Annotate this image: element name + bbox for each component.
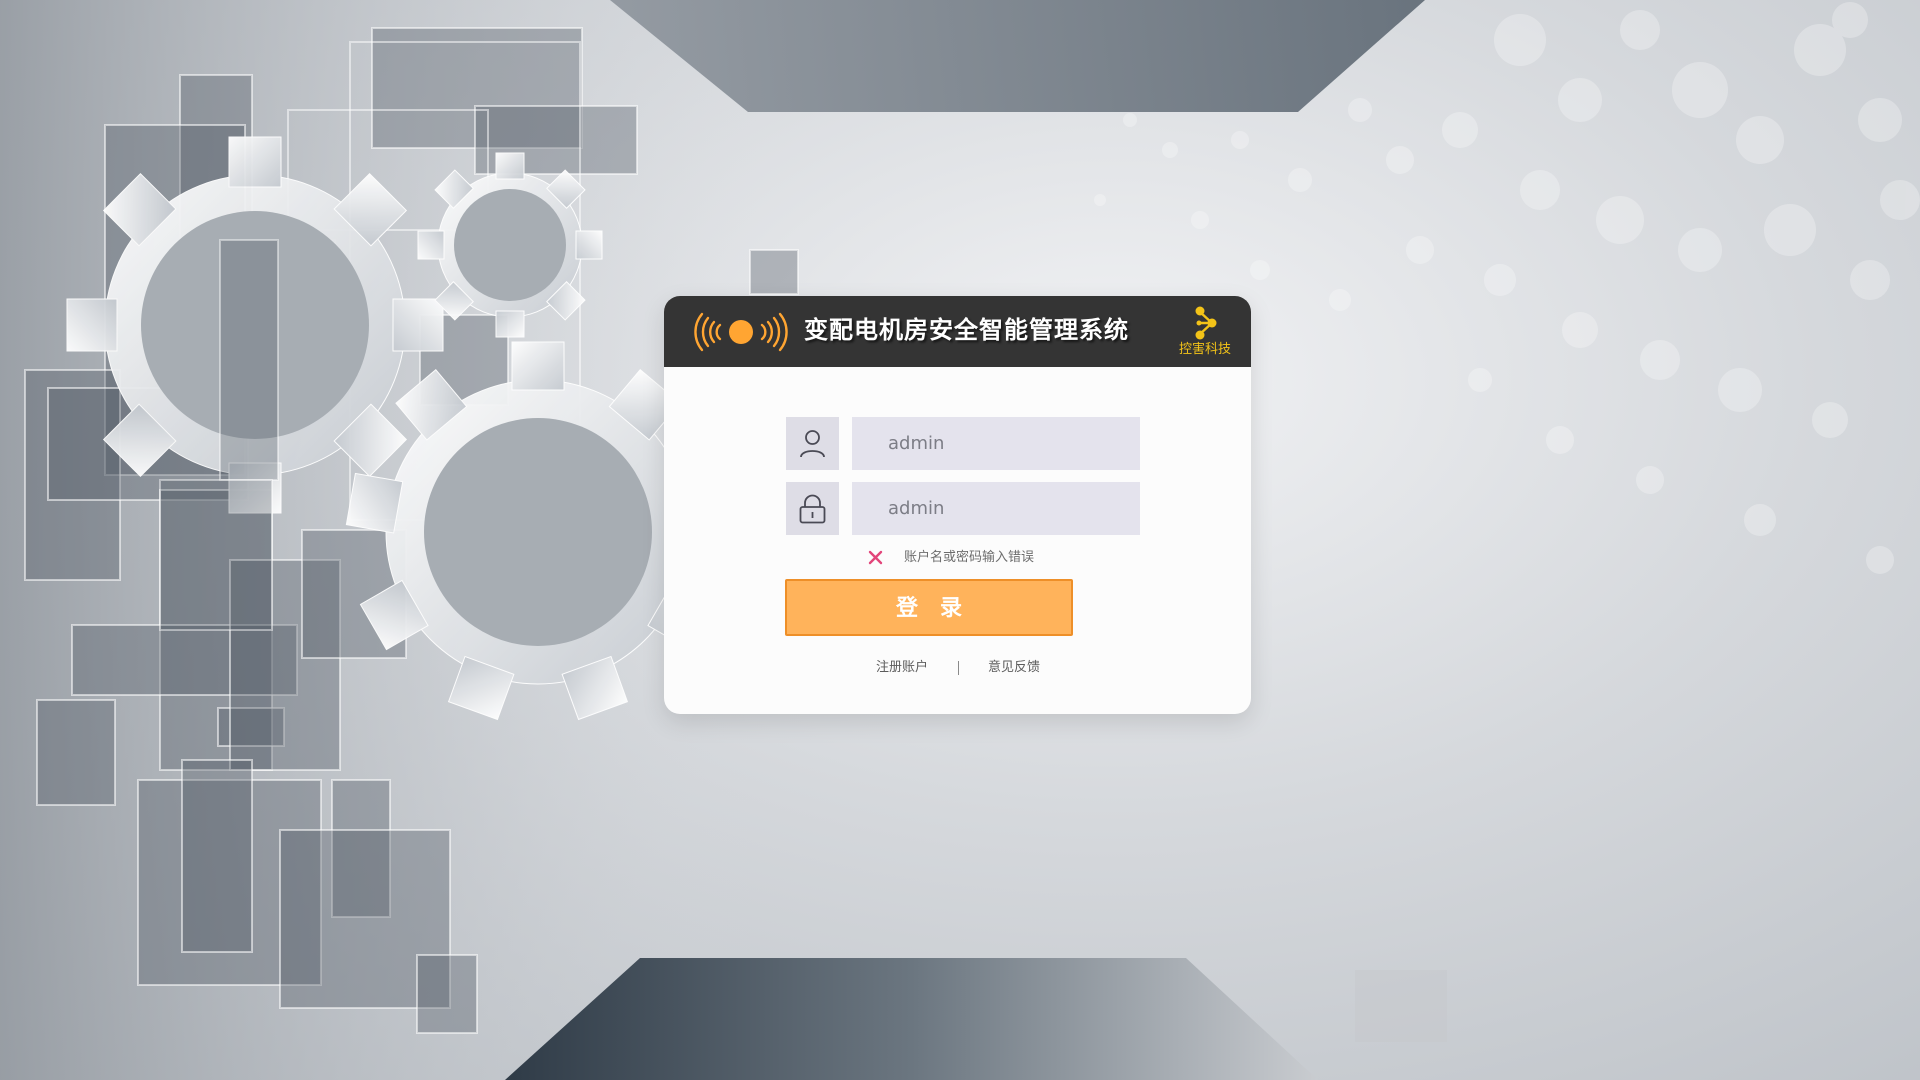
lock-icon-box: [786, 482, 839, 535]
app-title: 变配电机房安全智能管理系统: [804, 316, 1129, 344]
password-input[interactable]: [852, 482, 1140, 535]
lock-icon: [799, 494, 826, 524]
user-icon: [800, 430, 825, 458]
login-button[interactable]: 登 录: [785, 579, 1073, 636]
link-separator: [958, 661, 959, 675]
error-text: 账户名或密码输入错误: [904, 550, 1035, 565]
login-card: 变配电机房安全智能管理系统 控害科技 admin admin 账户名或密码输入错…: [664, 296, 1251, 714]
broadcast-signal-icon: [694, 312, 788, 352]
close-icon: [868, 550, 883, 565]
card-header: 变配电机房安全智能管理系统 控害科技: [664, 296, 1251, 367]
share-nodes-icon: [1195, 306, 1217, 340]
register-link[interactable]: 注册账户: [876, 658, 928, 678]
feedback-link[interactable]: 意见反馈: [988, 658, 1040, 678]
brand-logo: 控害科技: [1177, 304, 1233, 364]
username-input[interactable]: [852, 417, 1140, 470]
footer-links: 注册账户 意见反馈: [664, 658, 1251, 678]
brand-name: 控害科技: [1178, 342, 1231, 357]
user-icon-box: [786, 417, 839, 470]
